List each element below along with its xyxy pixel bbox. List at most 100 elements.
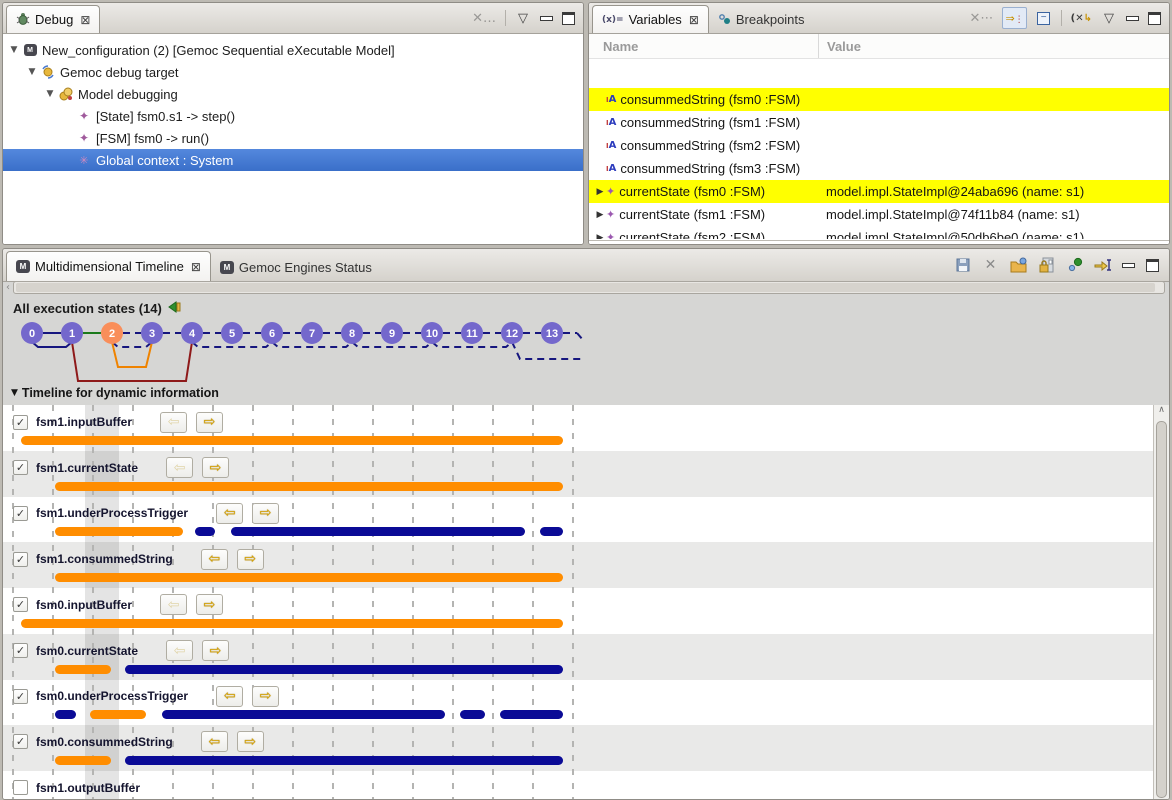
execution-state-0[interactable]: 0: [21, 322, 43, 344]
tab-timeline-label: Multidimensional Timeline: [35, 259, 184, 274]
view-menu-icon[interactable]: ▽: [515, 9, 531, 27]
execution-state-3[interactable]: 3: [141, 322, 163, 344]
step-back-button[interactable]: ⇦: [216, 503, 243, 524]
step-back-button[interactable]: ⇦: [160, 594, 187, 615]
save-locked-trace-icon[interactable]: [1038, 257, 1055, 274]
execution-state-5[interactable]: 5: [221, 322, 243, 344]
step-back-button[interactable]: ⇦: [166, 640, 193, 661]
timeline-section-header[interactable]: ▼ Timeline for dynamic information: [11, 386, 219, 400]
debug-tree-item[interactable]: ✦[State] fsm0.s1 -> step(): [3, 105, 583, 127]
row-checkbox[interactable]: ✓: [13, 689, 28, 704]
variable-row[interactable]: ▶✦currentState (fsm0 :FSM)model.impl.Sta…: [589, 180, 1169, 203]
step-forward-button[interactable]: ⇨: [196, 412, 223, 433]
row-checkbox[interactable]: ✓: [13, 597, 28, 612]
column-name[interactable]: Name: [589, 39, 818, 54]
execution-state-7[interactable]: 7: [301, 322, 323, 344]
open-trace-icon[interactable]: [1010, 257, 1027, 274]
execution-state-2[interactable]: 2: [101, 322, 123, 344]
tab-breakpoints[interactable]: Breakpoints: [709, 6, 814, 33]
tab-debug[interactable]: Debug ⊠: [6, 5, 100, 33]
expander-icon[interactable]: ▶: [594, 233, 606, 240]
expander-icon[interactable]: ▶: [594, 210, 606, 220]
variable-row[interactable]: ▶✦currentState (fsm1 :FSM)model.impl.Sta…: [589, 203, 1169, 226]
variable-row[interactable]: IAconsummedString (fsm2 :FSM): [589, 134, 1169, 157]
scroll-up-icon[interactable]: ∧: [1154, 405, 1169, 419]
minimize-icon[interactable]: [1126, 16, 1139, 21]
vertical-scrollbar[interactable]: ∧: [1153, 405, 1169, 800]
row-checkbox[interactable]: [13, 780, 28, 795]
execution-state-12[interactable]: 12: [501, 322, 523, 344]
minimize-icon[interactable]: [540, 16, 553, 21]
step-forward-button[interactable]: ⇨: [237, 731, 264, 752]
add-watch-icon[interactable]: (✕↳: [1071, 9, 1092, 27]
variable-row[interactable]: IAconsummedString (fsm0 :FSM): [589, 88, 1169, 111]
debug-tree-item[interactable]: ▼MNew_configuration (2) [Gemoc Sequentia…: [3, 39, 583, 61]
timeline-row: ✓fsm0.inputBuffer⇦⇨: [3, 588, 1169, 634]
step-back-button[interactable]: ⇦: [166, 457, 193, 478]
row-checkbox[interactable]: ✓: [13, 552, 28, 567]
step-forward-button[interactable]: ⇨: [252, 686, 279, 707]
global-context-icon: ✳: [76, 153, 92, 167]
row-checkbox[interactable]: ✓: [13, 643, 28, 658]
tab-variables[interactable]: (x)= Variables ⊠: [592, 5, 709, 33]
step-forward-button[interactable]: ⇨: [202, 457, 229, 478]
step-forward-button[interactable]: ⇨: [196, 594, 223, 615]
follow-cursor-icon[interactable]: [1094, 257, 1111, 274]
row-checkbox[interactable]: ✓: [13, 506, 28, 521]
close-icon[interactable]: ⊠: [80, 13, 90, 27]
minimize-icon[interactable]: [1122, 263, 1135, 268]
execution-state-10[interactable]: 10: [421, 322, 443, 344]
row-checkbox[interactable]: ✓: [13, 460, 28, 475]
svg-text:12: 12: [506, 328, 518, 340]
execution-state-6[interactable]: 6: [261, 322, 283, 344]
step-back-button[interactable]: ⇦: [201, 549, 228, 570]
tab-multidimensional-timeline[interactable]: M Multidimensional Timeline ⊠: [6, 251, 211, 281]
maximize-icon[interactable]: [562, 12, 575, 25]
execution-state-11[interactable]: 11: [461, 322, 483, 344]
maximize-icon[interactable]: [1148, 12, 1161, 25]
delete-icon[interactable]: ✕: [982, 257, 999, 274]
step-forward-button[interactable]: ⇨: [202, 640, 229, 661]
scroll-left-icon[interactable]: ‹: [3, 282, 13, 293]
hscroll-thumb[interactable]: [16, 283, 1155, 292]
show-logical-structure-icon[interactable]: ⇒⋮: [1002, 7, 1026, 29]
row-checkbox[interactable]: ✓: [13, 734, 28, 749]
debug-tree-item-label: Global context : System: [96, 153, 233, 168]
variable-row[interactable]: ▶✦currentState (fsm2 :FSM)model.impl.Sta…: [589, 226, 1169, 239]
close-icon[interactable]: ⊠: [191, 260, 201, 274]
execution-state-1[interactable]: 1: [61, 322, 83, 344]
column-value[interactable]: Value: [818, 34, 1169, 58]
expander-icon[interactable]: ▼: [9, 45, 19, 55]
collapse-all-icon[interactable]: −: [1036, 9, 1052, 27]
execution-state-9[interactable]: 9: [381, 322, 403, 344]
remove-all-terminated-icon[interactable]: ✕…: [472, 9, 496, 27]
step-forward-button[interactable]: ⇨: [252, 503, 279, 524]
debug-tree-item[interactable]: ✳ Global context : System: [3, 149, 583, 171]
tab-gemoc-engines-status[interactable]: M Gemoc Engines Status: [211, 254, 381, 281]
expander-icon[interactable]: ▶: [594, 187, 606, 197]
show-type-names-icon[interactable]: ✕⋯: [970, 9, 994, 27]
step-back-button[interactable]: ⇦: [160, 412, 187, 433]
execution-state-8[interactable]: 8: [341, 322, 363, 344]
close-icon[interactable]: ⊠: [689, 13, 699, 27]
execution-state-4[interactable]: 4: [181, 322, 203, 344]
variable-row[interactable]: IAconsummedString (fsm1 :FSM): [589, 111, 1169, 134]
variable-row[interactable]: IAconsummedString (fsm3 :FSM): [589, 157, 1169, 180]
save-icon[interactable]: [954, 257, 971, 274]
step-forward-button[interactable]: ⇨: [237, 549, 264, 570]
debug-tree-item[interactable]: ✦[FSM] fsm0 -> run(): [3, 127, 583, 149]
view-menu-icon[interactable]: ▽: [1101, 9, 1117, 27]
breakpoint-dots-icon[interactable]: [1066, 257, 1083, 274]
maximize-icon[interactable]: [1146, 259, 1159, 272]
debug-tree-item[interactable]: ▼Model debugging: [3, 83, 583, 105]
execution-state-13[interactable]: 13: [541, 322, 563, 344]
expander-icon[interactable]: ▼: [45, 89, 55, 99]
horizontal-scrollbar[interactable]: ‹: [3, 280, 1169, 295]
step-back-button[interactable]: ⇦: [201, 731, 228, 752]
object-variable-icon: ✦: [606, 185, 615, 198]
step-back-button[interactable]: ⇦: [216, 686, 243, 707]
row-checkbox[interactable]: ✓: [13, 415, 28, 430]
debug-tree-item[interactable]: ▼Gemoc debug target: [3, 61, 583, 83]
vscroll-thumb[interactable]: [1156, 421, 1167, 798]
expander-icon[interactable]: ▼: [27, 67, 37, 77]
